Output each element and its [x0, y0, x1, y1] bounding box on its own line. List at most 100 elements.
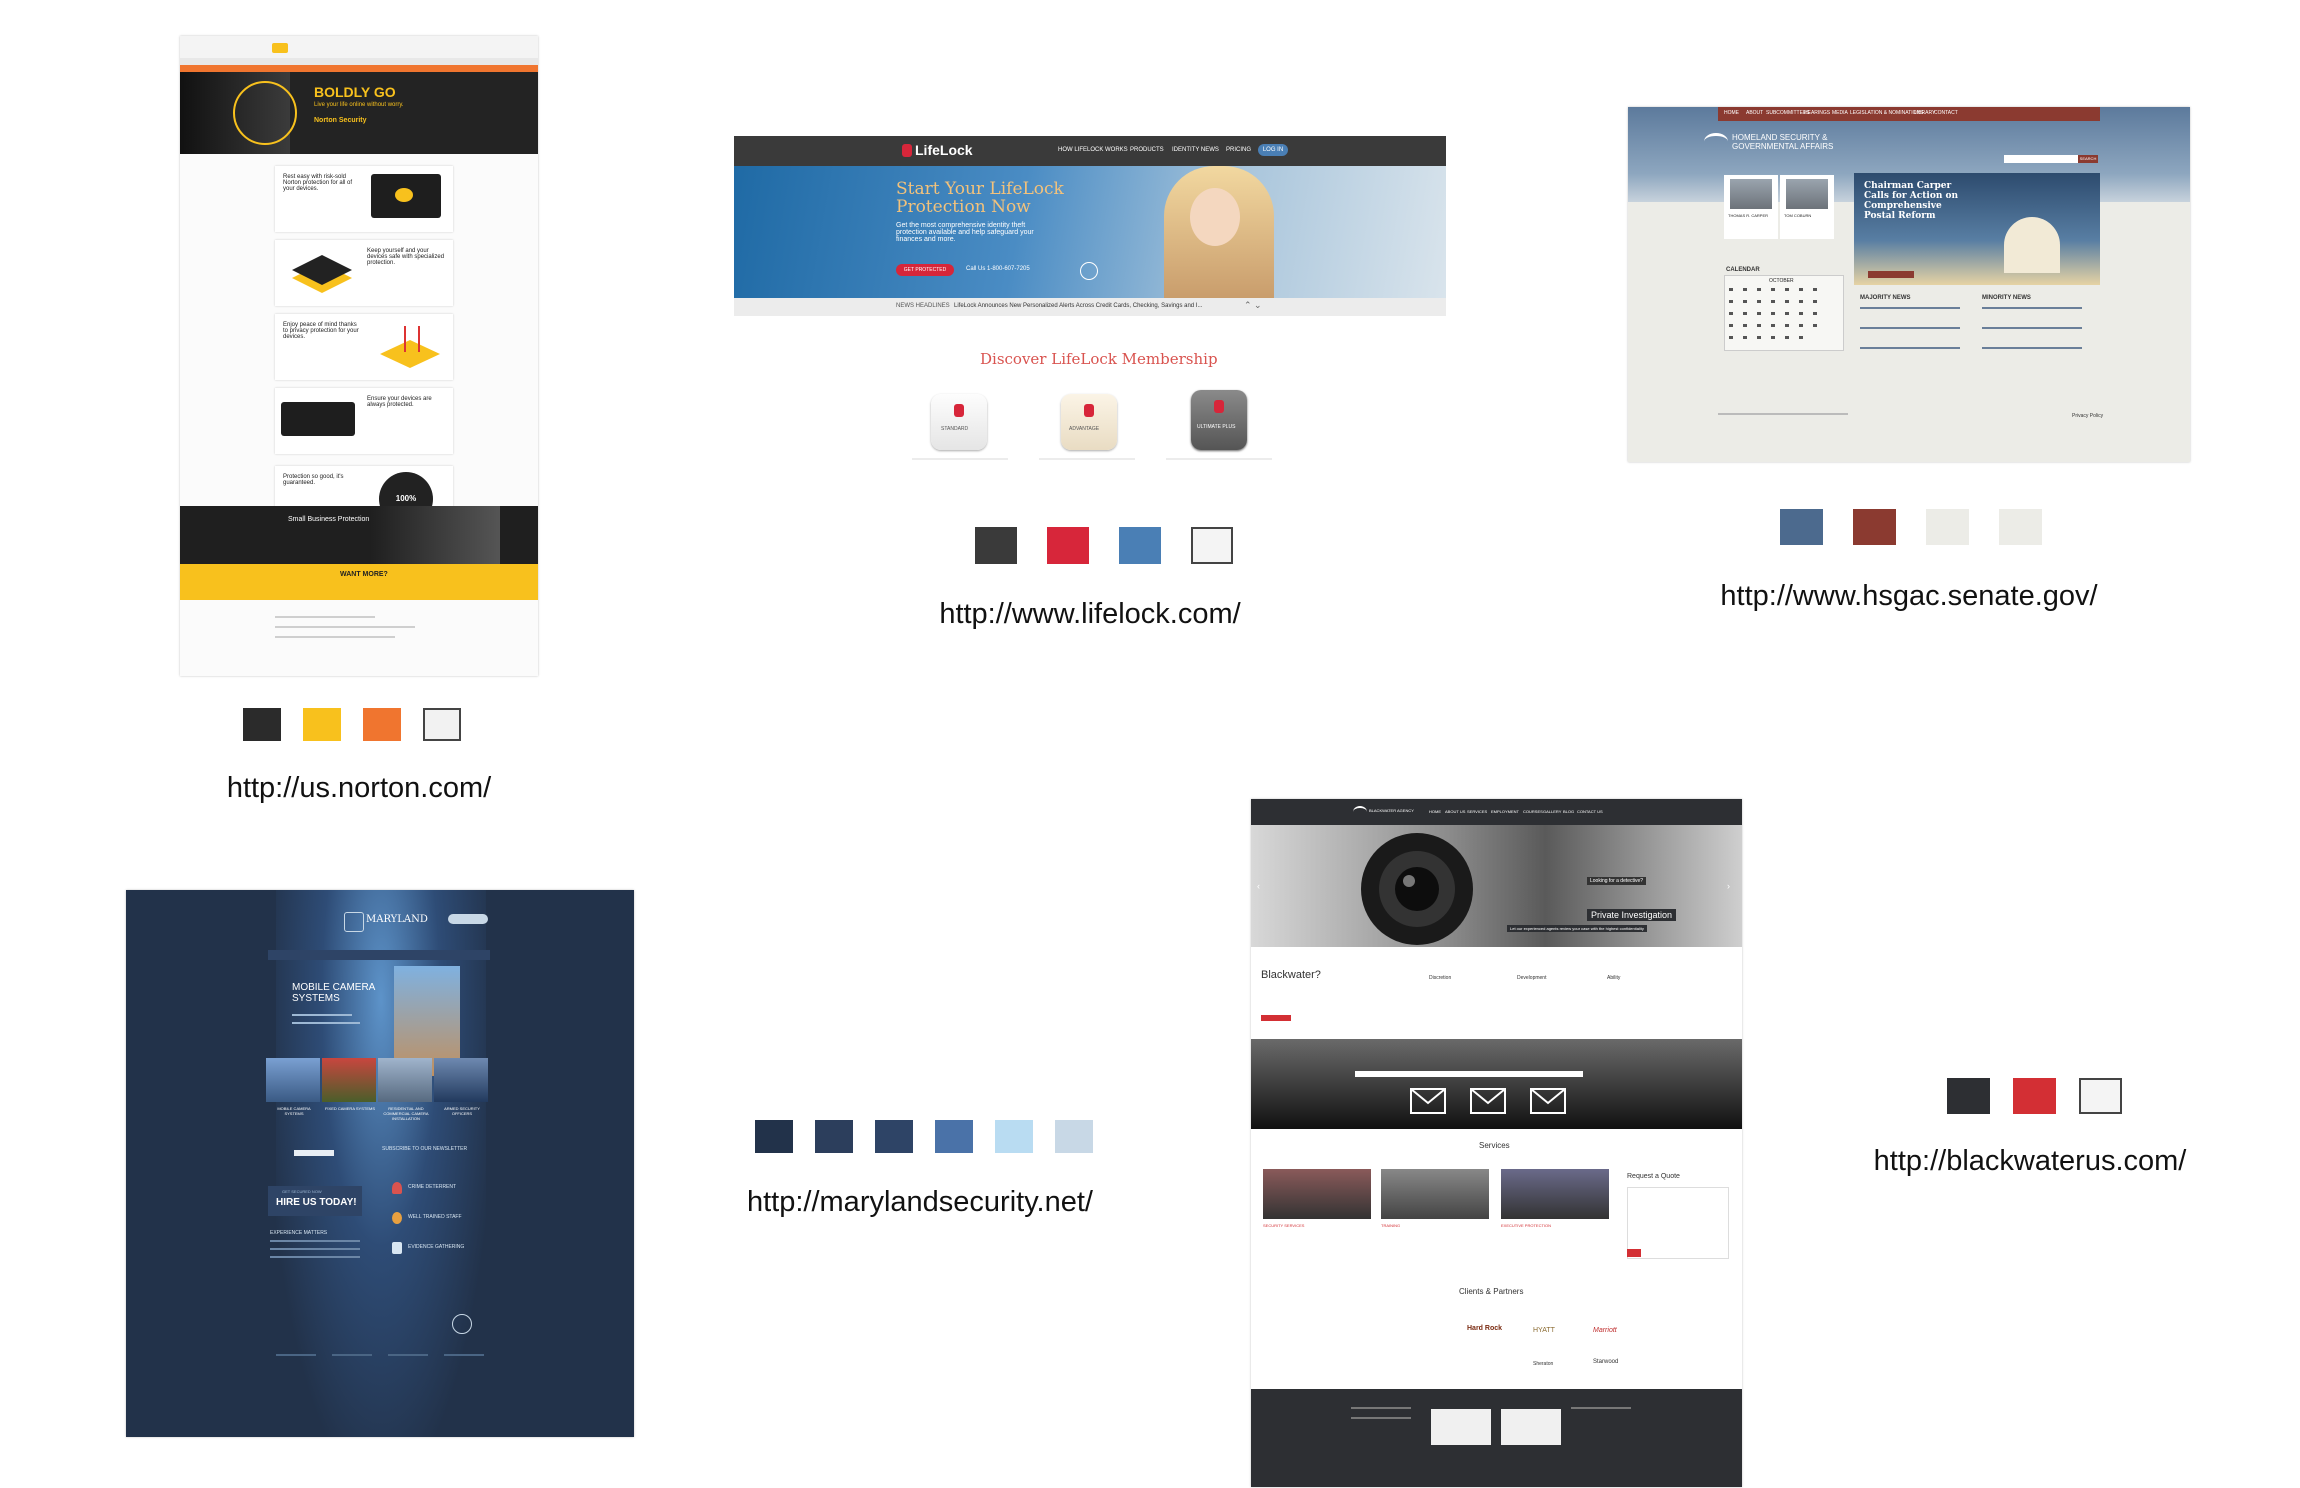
swatch [1055, 1120, 1093, 1153]
search-input[interactable] [2004, 155, 2078, 163]
norton-feature-1: Rest easy with risk-sold Norton protecti… [283, 174, 353, 192]
maryland-logo: MARYLAND [366, 914, 428, 925]
hsgac-screenshot: HOME ABOUT SUBCOMMITTEES HEARINGS MEDIA … [1628, 107, 2190, 462]
swatch [935, 1120, 973, 1153]
norton-hero: BOLDLY GO Live your life online without … [180, 72, 538, 154]
nav-pricing[interactable]: PRICING [1226, 147, 1251, 153]
maryland-url[interactable]: http://marylandsecurity.net/ [720, 1186, 1120, 1219]
swatch [243, 708, 281, 741]
swatch [1191, 527, 1233, 564]
maryland-nav [268, 950, 490, 960]
calendar-label: CALENDAR [1726, 267, 1760, 273]
norton-logo [272, 43, 288, 53]
nav-identity-news[interactable]: IDENTITY NEWS [1172, 147, 1219, 153]
request-quote: Request a Quote [1627, 1173, 1680, 1180]
nav-products[interactable]: PRODUCTS [1130, 147, 1164, 153]
newsletter-input[interactable] [294, 1150, 334, 1156]
swatch [755, 1120, 793, 1153]
quote-form[interactable] [1627, 1187, 1729, 1259]
swatch [875, 1120, 913, 1153]
swatch [975, 527, 1017, 564]
service-card-training[interactable] [1381, 1169, 1489, 1219]
hsgac-url[interactable]: http://www.hsgac.senate.gov/ [1628, 580, 2190, 613]
norton-hero-title: BOLDLY GO [314, 84, 396, 100]
lifelock-header: LifeLock HOW LIFELOCK WORKS PRODUCTS IDE… [734, 136, 1446, 166]
plan-ultimate-plus[interactable]: ULTIMATE PLUS [1191, 390, 1247, 450]
member-card-coburn[interactable]: TOM COBURN [1780, 175, 1834, 239]
services-title: Services [1479, 1141, 1510, 1150]
maryland-screenshot: MARYLAND MOBILE CAMERA SYSTEMS MOBILE CA… [126, 890, 634, 1437]
lifelock-hero: Start Your LifeLock Protection Now Get t… [734, 166, 1446, 298]
hero-title: Private Investigation [1587, 909, 1677, 921]
newsletter-band [1251, 1039, 1742, 1129]
lifelock-logo[interactable]: LifeLock [915, 142, 973, 158]
slider-prev-icon[interactable]: ‹ [1257, 881, 1260, 891]
swatch [1853, 509, 1896, 545]
swatch [2013, 1078, 2056, 1114]
nav-how-it-works[interactable]: HOW LIFELOCK WORKS [1058, 147, 1128, 153]
carousel-down-icon[interactable] [1080, 262, 1098, 280]
eagle-logo-icon [1704, 133, 1728, 150]
featured-story[interactable]: Chairman Carper Calls for Action on Comp… [1854, 173, 2100, 285]
norton-feature-3: Enjoy peace of mind thanks to privacy pr… [283, 322, 359, 340]
swatch [423, 708, 461, 741]
newsletter-title: SUBSCRIBE TO OUR NEWSLETTER [382, 1146, 468, 1152]
norton-screenshot: BOLDLY GO Live your life online without … [180, 36, 538, 676]
maryland-palette [755, 1120, 1093, 1153]
swatch [1947, 1078, 1990, 1114]
login-button[interactable]: LOG IN [1258, 144, 1288, 156]
lifelock-hero-title: Start Your LifeLock Protection Now [896, 179, 1064, 217]
evidence-icon [392, 1242, 402, 1254]
minority-news: MINORITY NEWS [1982, 295, 2031, 301]
blackwater-logo-icon [1353, 806, 1367, 818]
norton-url[interactable]: http://us.norton.com/ [180, 772, 538, 805]
blackwater-header: BLACKWATER AGENCY HOME ABOUT US SERVICES… [1251, 799, 1742, 825]
service-card-security[interactable] [1263, 1169, 1371, 1219]
blackwater-hero: Looking for a detective? Private Investi… [1251, 825, 1742, 947]
hire-us-box[interactable]: GET SECURED NOW HIRE US TODAY! [268, 1186, 362, 1216]
swatch [1119, 527, 1161, 564]
lifelock-screenshot: LifeLock HOW LIFELOCK WORKS PRODUCTS IDE… [734, 136, 1446, 476]
norton-feature-4: Ensure your devices are always protected… [367, 396, 432, 408]
swatch [815, 1120, 853, 1153]
quote-submit-button[interactable] [1627, 1249, 1641, 1257]
swatch [303, 708, 341, 741]
norton-feature-5: Protection so good, it's guaranteed. [283, 474, 344, 486]
lock-icon [902, 144, 912, 157]
slider-next-icon[interactable]: › [1727, 881, 1730, 891]
lifelock-palette [975, 527, 1233, 564]
majority-news: MAJORITY NEWS [1860, 295, 1911, 301]
blackwater-url[interactable]: http://blackwaterus.com/ [1830, 1145, 2230, 1178]
plan-advantage[interactable]: ADVANTAGE [1061, 394, 1117, 450]
staff-icon [392, 1212, 402, 1224]
calendar-widget[interactable]: OCTOBER [1724, 275, 1844, 351]
norton-want-more: WANT MORE? [180, 564, 538, 600]
tile-fixed[interactable] [322, 1058, 376, 1102]
swatch [1047, 527, 1089, 564]
member-card-carper[interactable]: THOMAS R. CARPER [1724, 175, 1778, 239]
blackwater-footer [1251, 1389, 1742, 1487]
maryland-hero-title: MOBILE CAMERA SYSTEMS [292, 982, 375, 1004]
news-headlines-bar: NEWS HEADLINES LifeLock Announces New Pe… [734, 298, 1446, 316]
committee-name: HOMELAND SECURITY & GOVERNMENTAL AFFAIRS [1732, 133, 1834, 151]
news-arrows-icon[interactable]: ⌃ ⌄ [1244, 300, 1262, 311]
blackwater-palette [1947, 1078, 2122, 1114]
maryland-contact-button[interactable] [448, 914, 488, 924]
newsletter-email-input[interactable] [1355, 1071, 1583, 1077]
lifelock-url[interactable]: http://www.lifelock.com/ [850, 598, 1330, 631]
swatch [363, 708, 401, 741]
search-button[interactable]: SEARCH [2078, 155, 2098, 163]
plan-standard[interactable]: STANDARD [931, 394, 987, 450]
swatch [2079, 1078, 2122, 1114]
norton-palette [243, 708, 461, 741]
get-protected-button[interactable]: GET PROTECTED [896, 264, 954, 276]
swatch [995, 1120, 1033, 1153]
swatch [1999, 509, 2042, 545]
why-blackwater: Blackwater? [1261, 969, 1321, 981]
tile-residential[interactable] [378, 1058, 432, 1102]
tile-mobile[interactable] [266, 1058, 320, 1102]
crime-deterrent-icon [392, 1182, 402, 1194]
envelope-icons [1410, 1088, 1566, 1114]
service-card-executive[interactable] [1501, 1169, 1609, 1219]
tile-armed[interactable] [434, 1058, 488, 1102]
